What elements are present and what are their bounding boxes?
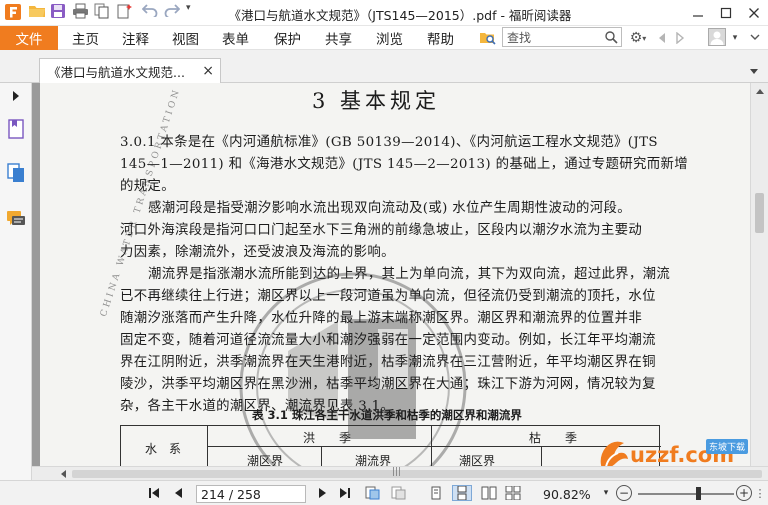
logo-badge: 东坡下载	[706, 439, 749, 454]
zoom-dropdown-icon[interactable]: ▾	[600, 485, 612, 501]
status-more-icon[interactable]: ⋮	[754, 485, 766, 501]
title-bar: ▾ 《港口与航道水文规范》（JTS145—2015）.pdf - 福昕阅读器	[0, 0, 768, 26]
search-box	[502, 27, 622, 47]
expand-panel-icon[interactable]	[10, 89, 22, 103]
menu-item-help[interactable]: 帮助	[427, 28, 454, 48]
zoom-slider-thumb[interactable]	[695, 487, 701, 500]
close-icon[interactable]	[740, 0, 768, 26]
navigation-panel	[0, 83, 32, 483]
body-line: 力因素，除潮流外，还受波浪及海流的影响。	[120, 245, 395, 260]
chapter-heading: 3 基本规定	[312, 89, 441, 113]
horizontal-scroll-thumb[interactable]	[72, 470, 762, 478]
continuous-facing-icon[interactable]	[504, 485, 522, 501]
undo-icon[interactable]	[141, 3, 164, 23]
new-icon[interactable]	[116, 3, 138, 23]
body-line: 感潮河段是指受潮汐影响水流出现双向流动及(或) 水位产生周期性波动的河段。	[148, 201, 631, 216]
bookmark-icon[interactable]	[4, 117, 28, 141]
menu-item-browse[interactable]: 浏览	[376, 28, 403, 48]
redo-icon[interactable]	[164, 3, 186, 23]
tab-list-icon[interactable]	[746, 64, 762, 80]
prev-result-icon[interactable]	[654, 29, 670, 47]
page-number-input[interactable]	[196, 485, 306, 503]
vertical-scroll-thumb[interactable]	[755, 193, 764, 233]
site-logo: uzzf.com 东坡下载	[596, 439, 749, 466]
app-logo-icon[interactable]	[4, 3, 24, 23]
page-thumbnails-icon[interactable]	[4, 161, 28, 185]
menu-bar: 文件 主页 注释 视图 表单 保护 共享 浏览 帮助	[0, 26, 768, 50]
zoom-slider-track[interactable]	[638, 493, 734, 495]
scroll-grip-icon: |||	[392, 467, 402, 477]
zoom-out-button[interactable]: −	[616, 485, 632, 501]
comments-icon[interactable]	[4, 207, 28, 231]
first-page-icon[interactable]	[147, 485, 161, 501]
table-header-flood-season: 洪 季	[303, 431, 352, 445]
body-line: 界在江阴附近，洪季潮流界在天生港附近，枯季潮流界在三江营附近，年平均潮区界在铜	[120, 355, 656, 370]
open-icon[interactable]	[28, 3, 50, 23]
single-page-icon[interactable]	[428, 485, 444, 501]
menu-item-view[interactable]: 视图	[172, 28, 199, 48]
tab-document[interactable]: 《港口与航道水文规范... ×	[39, 58, 221, 83]
next-page-icon[interactable]	[316, 485, 330, 501]
table-header-tidal-limit-dry: 潮区界	[459, 454, 496, 466]
document-viewer[interactable]: CHINA WATER TRANSPORTATION 3 基本规定 3.0.1 …	[32, 83, 768, 466]
last-page-icon[interactable]	[338, 485, 352, 501]
menu-item-share[interactable]: 共享	[325, 28, 352, 48]
scroll-left-icon[interactable]	[58, 469, 68, 479]
menu-item-form[interactable]: 表单	[222, 28, 249, 48]
facing-page-icon[interactable]	[480, 485, 498, 501]
menu-item-comment[interactable]: 注释	[122, 28, 149, 48]
menu-item-home[interactable]: 主页	[72, 28, 99, 48]
body-line: 已不再继续往上行进；潮区界以上一段河道虽为单向流，但径流仍受到潮流的顶托，水位	[120, 289, 656, 304]
account-dropdown-icon[interactable]: ▾	[729, 29, 741, 47]
copy-icon[interactable]	[94, 3, 116, 23]
previous-view-icon[interactable]	[364, 485, 382, 501]
search-icon[interactable]	[603, 29, 619, 45]
tab-label: 《港口与航道水文规范...	[48, 64, 185, 80]
next-view-icon[interactable]	[390, 485, 408, 501]
table-header-dry-season: 枯 季	[529, 431, 578, 445]
table-caption: 表 3.1 珠江各主干水道洪季和枯季的潮区界和潮流界	[252, 408, 522, 422]
vertical-scrollbar[interactable]	[750, 83, 768, 466]
table-header-water-system: 水 系	[145, 442, 182, 456]
menu-item-protect[interactable]: 保护	[274, 28, 301, 48]
status-bar: 90.82% ▾ − + ⋮	[0, 480, 768, 505]
minimize-icon[interactable]	[684, 0, 712, 26]
foxit-reader-window: { "window": { "title": "《港口与航道水文规范》（JTS1…	[0, 0, 768, 505]
scroll-up-icon[interactable]	[755, 86, 765, 96]
continuous-page-icon[interactable]	[452, 485, 472, 501]
window-title: 《港口与航道水文规范》（JTS145—2015）.pdf - 福昕阅读器	[228, 8, 572, 23]
avatar[interactable]	[706, 27, 728, 47]
quick-access-toolbar: ▾	[4, 3, 198, 23]
body-line: 随潮汐涨落而产生升降，水位升降的最上游末端称潮区界。潮区界和潮流界的位置并非	[120, 311, 643, 326]
zoom-in-button[interactable]: +	[736, 485, 752, 501]
body-line: 3.0.1 本条是在《内河通航标准》(GB 50139—2014)、《内河航运工…	[120, 135, 658, 150]
table: 水 系 洪 季 枯 季 潮区界 潮流界 潮区界	[120, 425, 661, 466]
file-menu-button[interactable]: 文件	[0, 26, 58, 50]
qat-dropdown-icon[interactable]: ▾	[186, 3, 198, 23]
maximize-icon[interactable]	[712, 0, 740, 26]
search-input[interactable]	[503, 28, 599, 46]
zoom-level[interactable]: 90.82%	[543, 487, 591, 502]
pdf-page: CHINA WATER TRANSPORTATION 3 基本规定 3.0.1 …	[40, 83, 750, 466]
horizontal-scrollbar[interactable]: |||	[32, 466, 768, 480]
body-line: 的规定。	[120, 179, 175, 194]
body-line: 潮流界是指涨潮水流所能到达的上界，其上为单向流，其下为双向流，超过此界，潮流	[148, 267, 671, 282]
document-tab-bar: 《港口与航道水文规范... ×	[0, 50, 768, 83]
body-line: 河口外海滨段是指河口口门起至水下三角洲的前缘急坡止，区段内以潮汐水流为主要动	[120, 223, 643, 238]
next-result-icon[interactable]	[672, 29, 688, 47]
table-header-current-limit: 潮流界	[355, 454, 392, 466]
ribbon-collapse-icon[interactable]	[746, 28, 764, 46]
find-folder-icon[interactable]	[478, 29, 498, 47]
save-icon[interactable]	[50, 3, 72, 23]
gear-icon[interactable]: ⚙ ▾	[626, 29, 650, 47]
body-line: 145—1—2011) 和《海港水文规范》(JTS 145—2—2013) 的基…	[120, 157, 688, 172]
tab-close-icon[interactable]: ×	[202, 63, 214, 79]
body-line: 固定不变，随着河道径流流量大小和潮汐强弱在一定范围内变动。例如，长江年平均潮流	[120, 333, 656, 348]
table-header-tidal-limit: 潮区界	[247, 454, 284, 466]
print-icon[interactable]	[72, 3, 94, 23]
body-line: 陵沙，洪季平均潮区界在黑沙洲，枯季平均潮区界在大通；珠江下游为河网，情况较为复	[120, 377, 656, 392]
previous-page-icon[interactable]	[171, 485, 185, 501]
